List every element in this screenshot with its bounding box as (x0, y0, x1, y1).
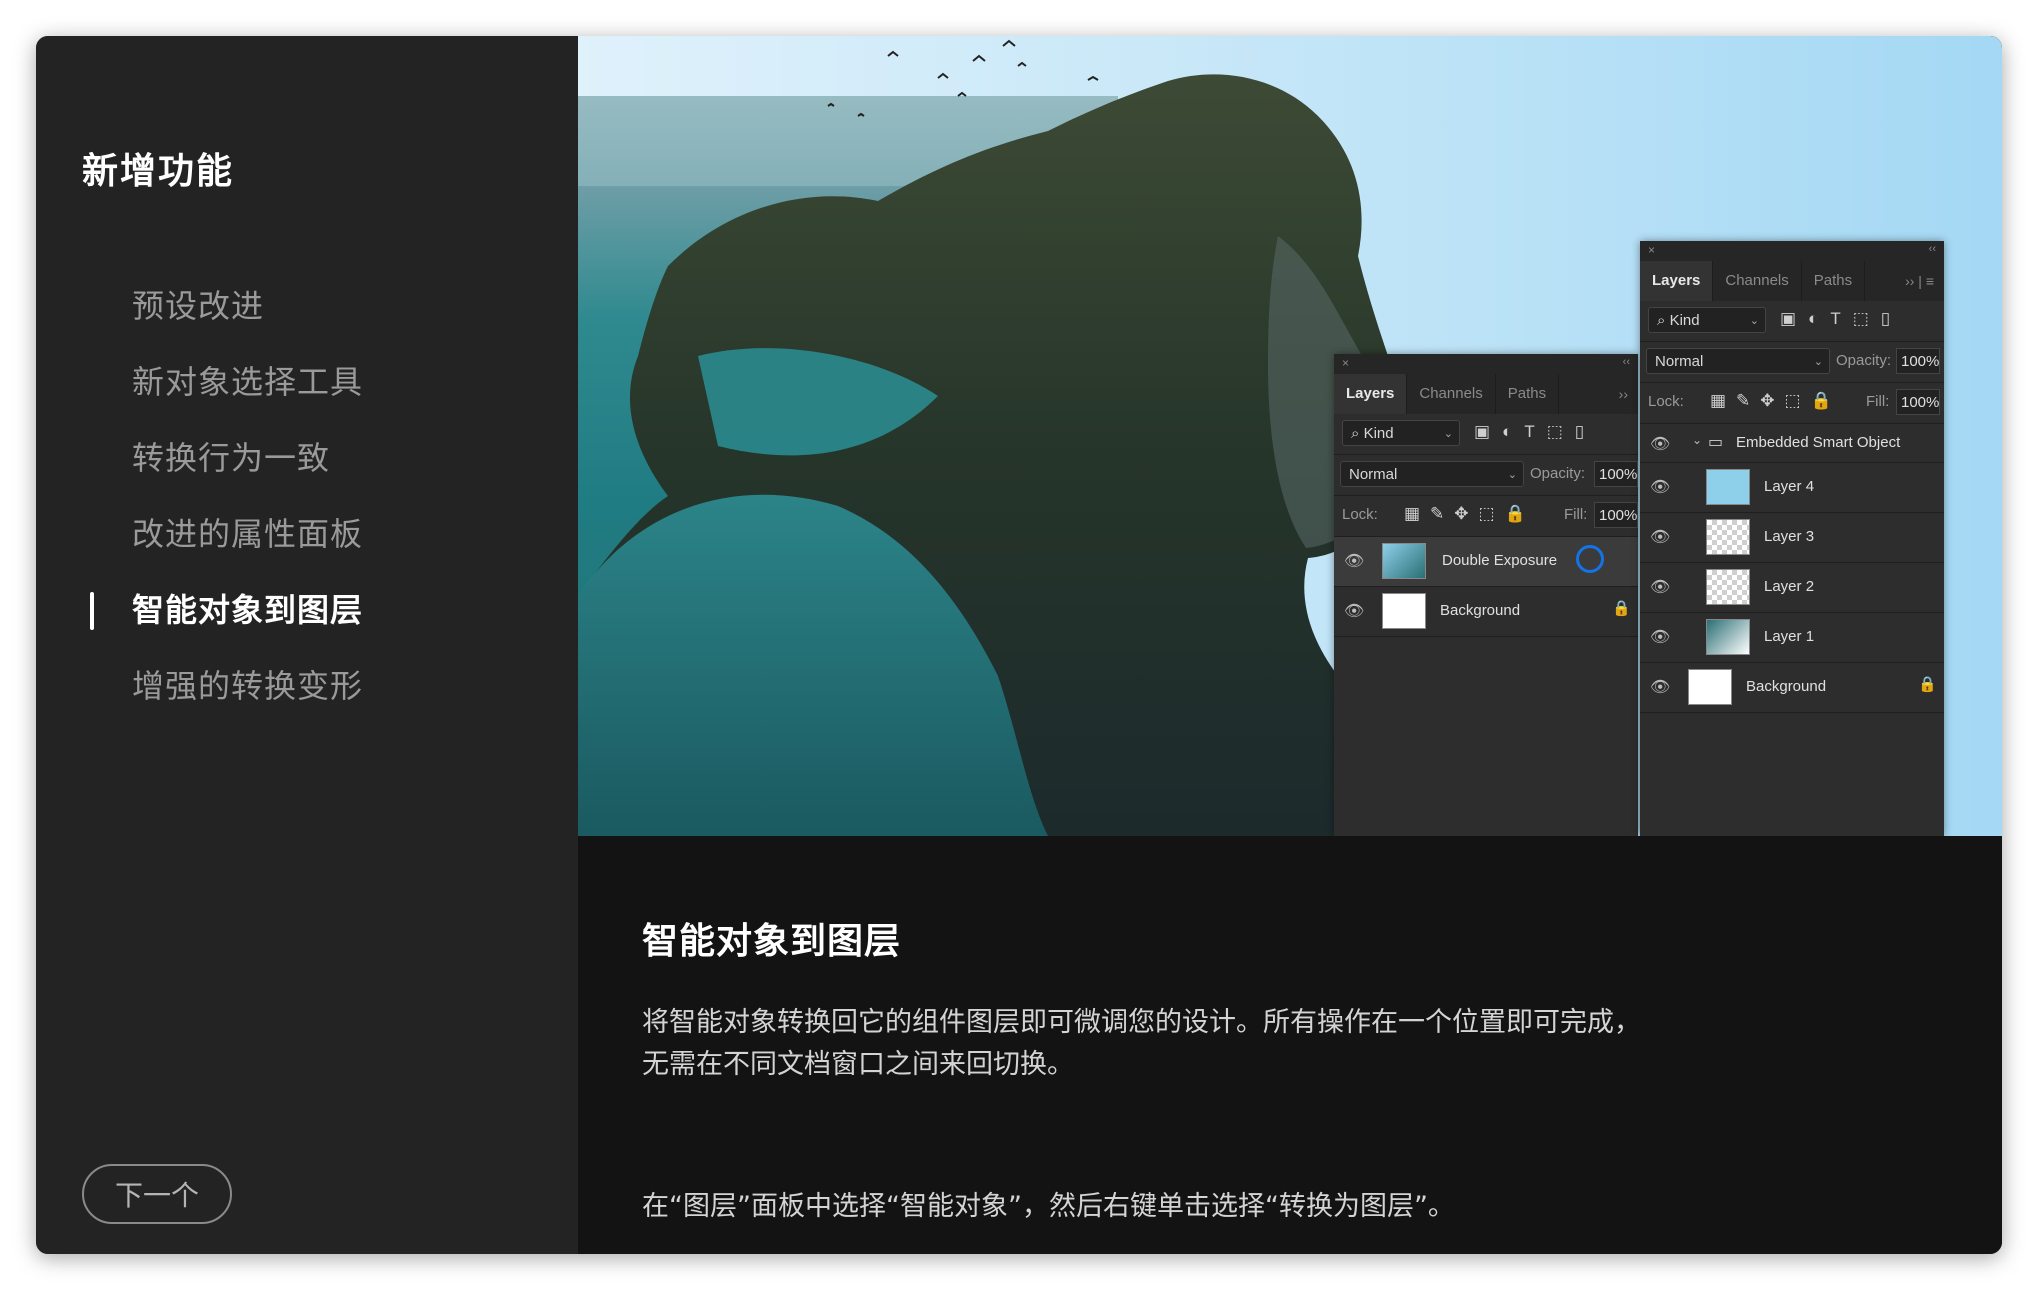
nav-item-properties-panel[interactable]: 改进的属性面板 (36, 496, 578, 572)
description-line-2: 无需在不同文档窗口之间来回切换。 (642, 1049, 1074, 1080)
layer-row-layer-2[interactable]: 👁 Layer 2 (1640, 563, 1944, 613)
fill-label: Fill: (1866, 393, 1890, 410)
nav-item-enhanced-warp[interactable]: 增强的转换变形 (36, 648, 578, 724)
collapse-icon[interactable]: ‹‹ (1929, 243, 1936, 255)
eye-icon[interactable]: 👁 (1650, 677, 1670, 697)
tab-paths[interactable]: Paths (1496, 374, 1560, 414)
chevron-down-icon[interactable]: ⌄ (1692, 433, 1702, 447)
kind-filter-select[interactable]: ⌕ Kind ⌄ (1648, 307, 1766, 333)
panel-tabs: Layers Channels Paths ›› (1334, 374, 1638, 414)
main-content: × ‹‹ Layers Channels Paths ›› ⌕ Kind ⌄ ▣◐T… (578, 36, 2002, 1254)
feature-title: 智能对象到图层 (642, 921, 902, 962)
nav-item-object-selection-tool[interactable]: 新对象选择工具 (36, 344, 578, 420)
panel-menu-icon[interactable]: ›› | ≡ (1905, 261, 1934, 301)
collapse-icon[interactable]: ‹‹ (1623, 356, 1630, 368)
layer-thumbnail (1688, 669, 1732, 705)
panel-tabs: Layers Channels Paths ›› | ≡ (1640, 261, 1944, 301)
eye-icon[interactable]: 👁 (1344, 601, 1364, 621)
lock-icon: 🔒 (1918, 676, 1937, 693)
tab-channels[interactable]: Channels (1713, 261, 1802, 301)
layer-thumbnail (1706, 519, 1750, 555)
search-icon: ⌕ (1657, 312, 1670, 329)
chevron-down-icon: ⌄ (1813, 356, 1823, 368)
feature-description: 将智能对象转换回它的组件图层即可微调您的设计。所有操作在一个位置即可完成， 无需… (642, 1002, 1641, 1086)
kind-filter-select[interactable]: ⌕ Kind ⌄ (1342, 420, 1460, 446)
layers-panel-before: × ‹‹ Layers Channels Paths ›› ⌕ Kind ⌄ ▣◐T… (1334, 354, 1638, 836)
feature-nav: 预设改进 新对象选择工具 转换行为一致 改进的属性面板 智能对象到图层 增强的转… (36, 268, 578, 724)
layer-row-layer-1[interactable]: 👁 Layer 1 (1640, 613, 1944, 663)
fill-field[interactable]: 100% (1594, 502, 1638, 528)
tab-paths[interactable]: Paths (1802, 261, 1866, 301)
smart-object-thumbnail (1382, 543, 1426, 579)
lock-icon: 🔒 (1612, 600, 1631, 617)
opacity-label: Opacity: (1530, 465, 1586, 482)
nav-item-preset-improvements[interactable]: 预设改进 (36, 268, 578, 344)
layers-panel-after: × ‹‹ Layers Channels Paths ›› | ≡ ⌕ Kind ⌄… (1640, 241, 1944, 836)
lock-label: Lock: (1342, 506, 1378, 523)
cursor-ring-icon (1576, 545, 1604, 573)
chevron-down-icon: ⌄ (1749, 315, 1759, 327)
fill-label: Fill: (1564, 506, 1588, 523)
layer-row-layer-4[interactable]: 👁 Layer 4 (1640, 463, 1944, 513)
sidebar: 新增功能 预设改进 新对象选择工具 转换行为一致 改进的属性面板 智能对象到图层… (36, 36, 578, 1254)
description-line-1: 将智能对象转换回它的组件图层即可微调您的设计。所有操作在一个位置即可完成， (642, 1007, 1641, 1038)
layer-row-background[interactable]: 👁 Background 🔒 (1640, 663, 1944, 713)
layer-thumbnail (1706, 619, 1750, 655)
layer-thumbnail (1382, 593, 1426, 629)
fill-field[interactable]: 100% (1896, 389, 1940, 415)
layer-row-layer-3[interactable]: 👁 Layer 3 (1640, 513, 1944, 563)
eye-icon[interactable]: 👁 (1650, 577, 1670, 597)
opacity-field[interactable]: 100% (1594, 461, 1638, 487)
opacity-label: Opacity: (1836, 352, 1892, 369)
nav-item-smart-object-to-layers[interactable]: 智能对象到图层 (36, 572, 578, 648)
eye-icon[interactable]: 👁 (1344, 551, 1364, 571)
blend-mode-select[interactable]: Normal ⌄ (1340, 461, 1524, 487)
next-button[interactable]: 下一个 (82, 1164, 232, 1224)
eye-icon[interactable]: 👁 (1650, 627, 1670, 647)
opacity-field[interactable]: 100% (1896, 348, 1940, 374)
filter-icons[interactable]: ▣◐T⬚▯ (1474, 422, 1596, 442)
lock-icons[interactable]: ▦✎✥⬚🔒 (1710, 391, 1842, 411)
lock-label: Lock: (1648, 393, 1684, 410)
layer-thumbnail (1706, 569, 1750, 605)
eye-icon[interactable]: 👁 (1650, 527, 1670, 547)
search-icon: ⌕ (1351, 425, 1364, 442)
tab-layers[interactable]: Layers (1640, 261, 1714, 301)
eye-icon[interactable]: 👁 (1650, 477, 1670, 497)
chevron-down-icon: ⌄ (1507, 469, 1517, 481)
nav-item-consistent-transform[interactable]: 转换行为一致 (36, 420, 578, 496)
layer-row-double-exposure[interactable]: 👁 Double Exposure (1334, 537, 1638, 587)
chevron-down-icon: ⌄ (1443, 428, 1453, 440)
feature-preview-image: × ‹‹ Layers Channels Paths ›› ⌕ Kind ⌄ ▣◐T… (578, 36, 2002, 836)
blend-mode-select[interactable]: Normal ⌄ (1646, 348, 1830, 374)
whats-new-dialog: 新增功能 预设改进 新对象选择工具 转换行为一致 改进的属性面板 智能对象到图层… (36, 36, 2002, 1254)
layer-row-background[interactable]: 👁 Background 🔒 (1334, 587, 1638, 637)
layer-group-embedded-smart-object[interactable]: 👁 ⌄ ▭ Embedded Smart Object (1640, 424, 1944, 463)
eye-icon[interactable]: 👁 (1650, 434, 1670, 454)
folder-icon: ▭ (1708, 434, 1724, 451)
lock-icons[interactable]: ▦✎✥⬚🔒 (1404, 504, 1536, 524)
tab-channels[interactable]: Channels (1407, 374, 1496, 414)
tab-layers[interactable]: Layers (1334, 374, 1408, 414)
close-icon[interactable]: × (1648, 243, 1655, 257)
layer-thumbnail (1706, 469, 1750, 505)
filter-icons[interactable]: ▣◐T⬚▯ (1780, 309, 1902, 329)
feature-instruction: 在“图层”面板中选择“智能对象”，然后右键单击选择“转换为图层”。 (642, 1191, 1455, 1222)
chevron-right-icon[interactable]: ›› (1619, 374, 1628, 414)
close-icon[interactable]: × (1342, 356, 1349, 370)
sidebar-title: 新增功能 (82, 151, 235, 192)
